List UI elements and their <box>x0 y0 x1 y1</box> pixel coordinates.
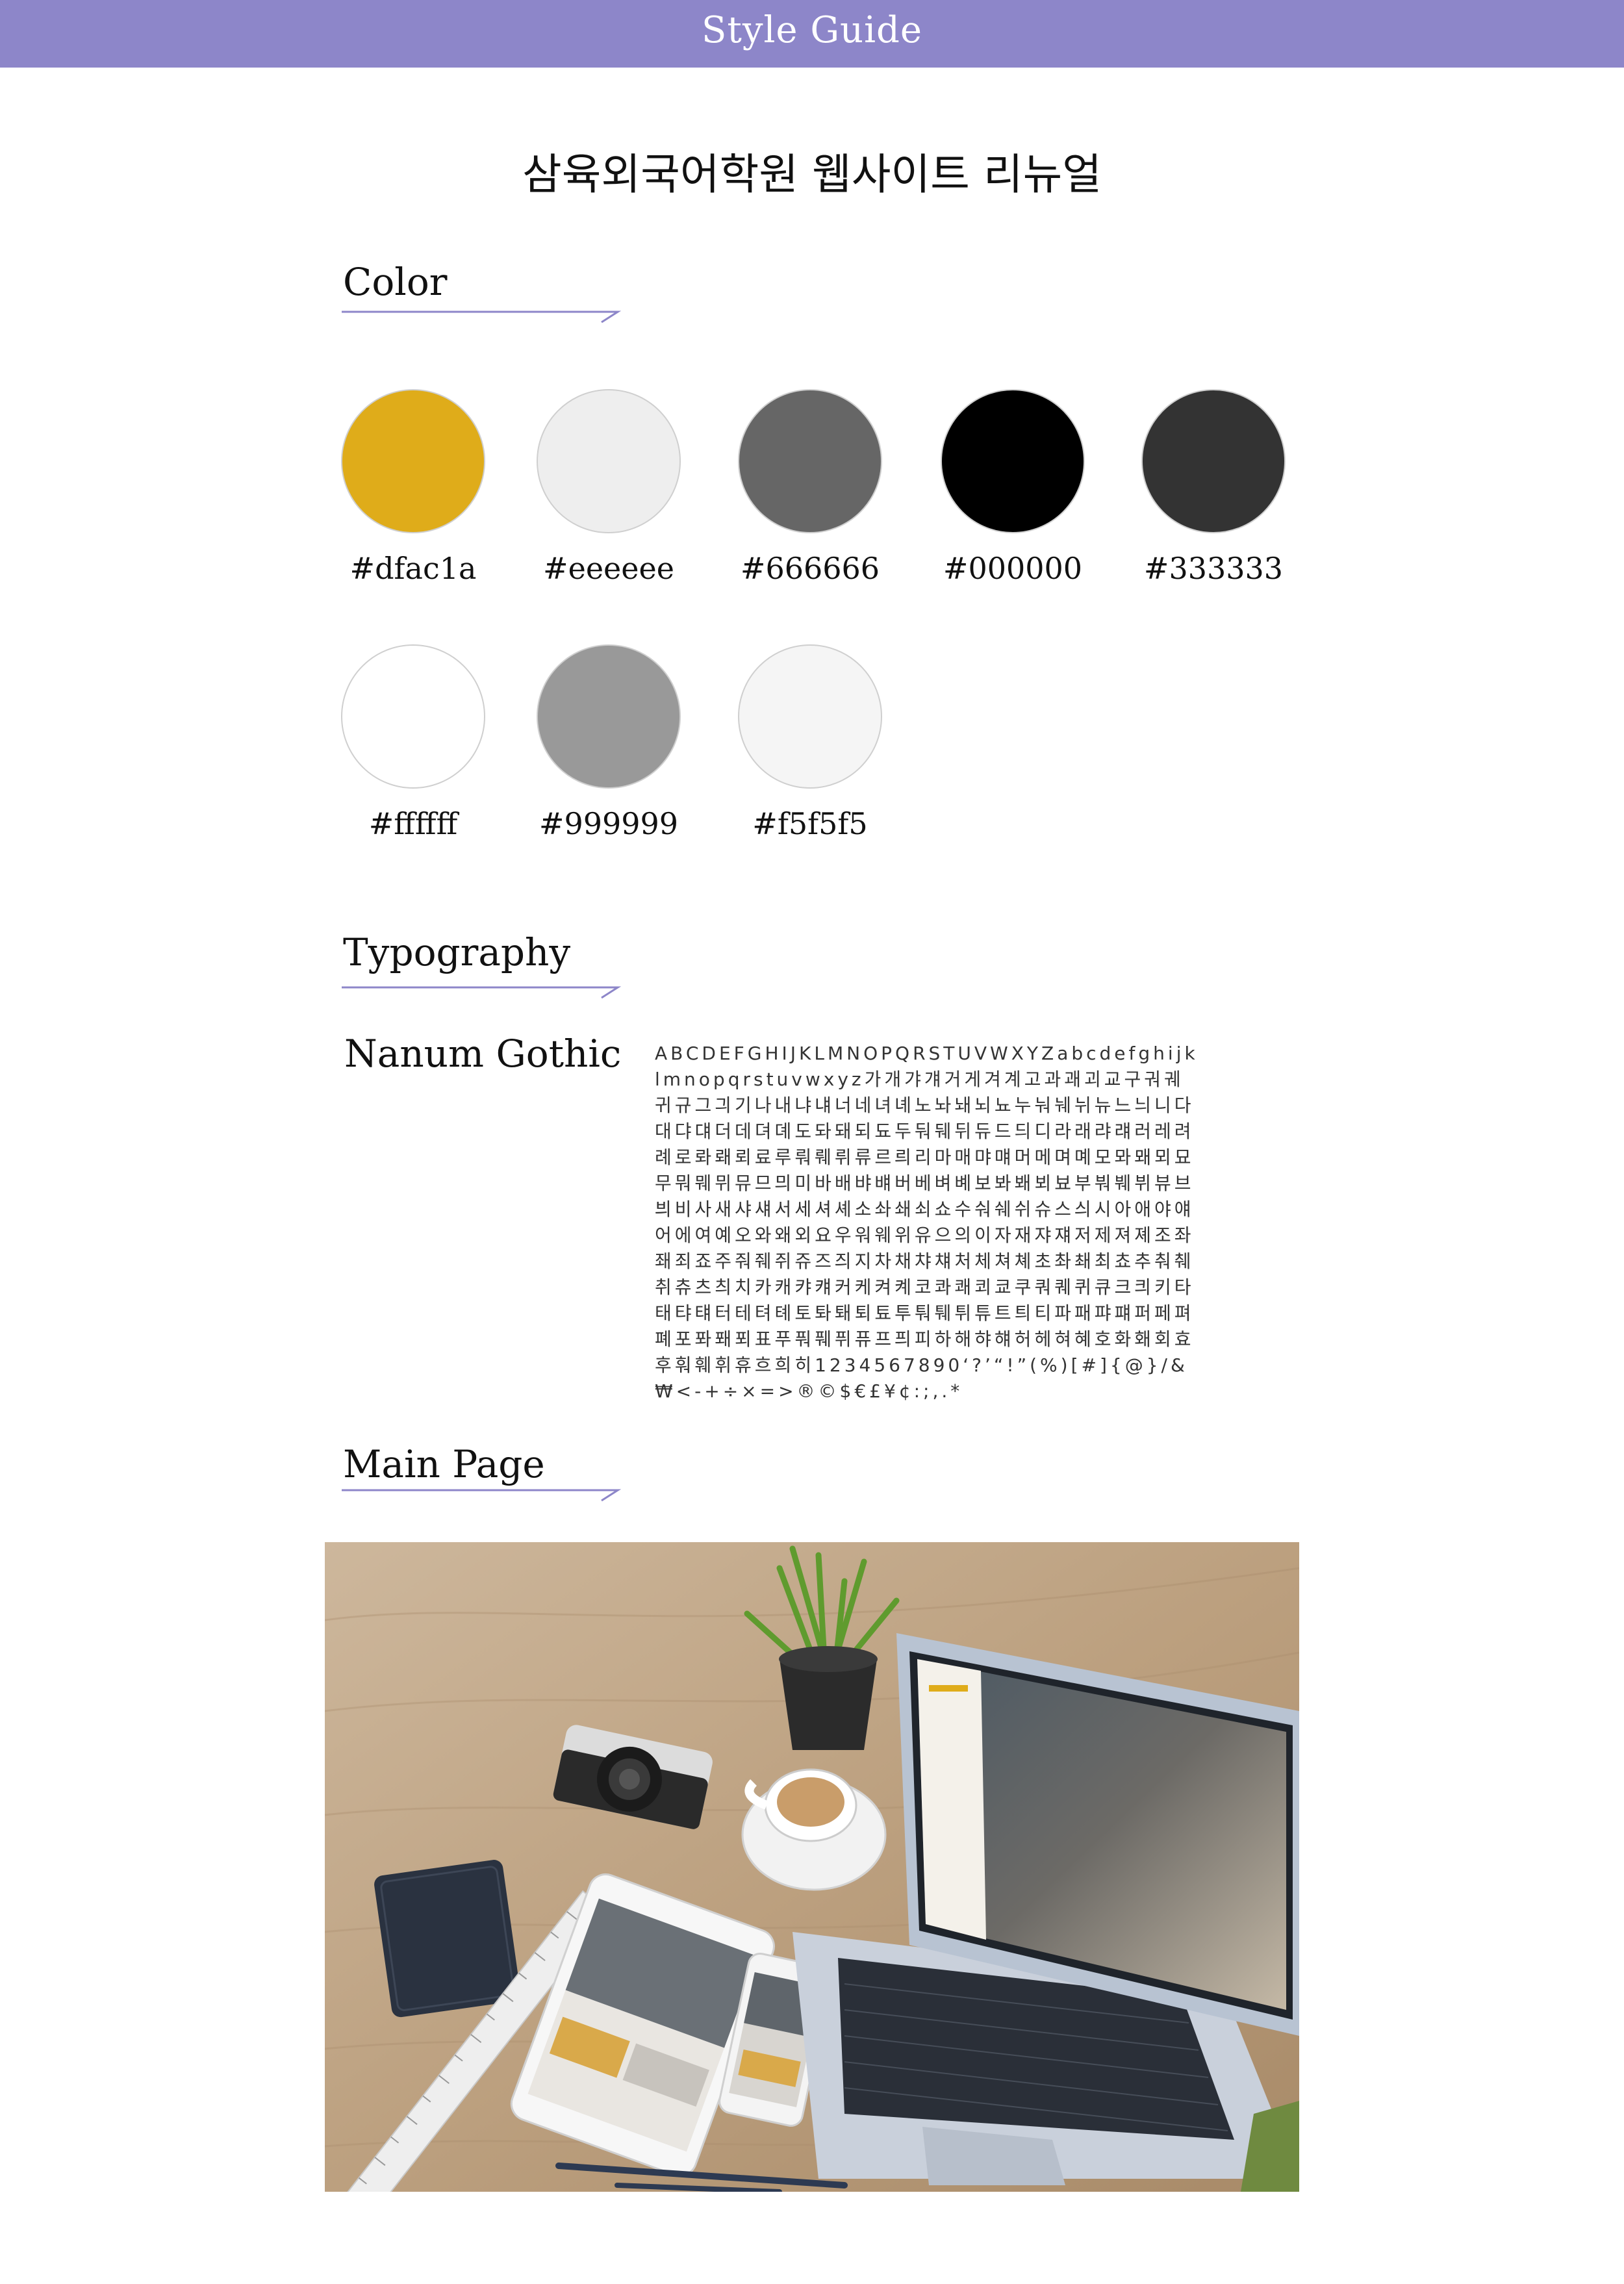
project-title: 삼육외국어학원 웹사이트 리뉴얼 <box>522 149 1102 199</box>
color-swatch-2 <box>537 389 681 533</box>
color-label-5: #333333 <box>1143 551 1284 586</box>
color-swatch-6 <box>341 644 485 789</box>
heading-underline-main-page <box>342 1489 621 1502</box>
style-guide-page: Style Guide 삼육외국어학원 웹사이트 리뉴얼 Color #dfac… <box>0 0 1624 2284</box>
color-label-2: #eeeeee <box>543 551 674 586</box>
glyph-sample: ABCDEFGHIJKLMNOPQRSTUVWXYZabcdefghijklmn… <box>655 1043 1199 1402</box>
color-swatch-1 <box>341 389 485 533</box>
color-swatch-4 <box>941 389 1085 533</box>
color-label-4: #000000 <box>943 551 1083 586</box>
section-heading-main-page: Main Page <box>343 1442 545 1486</box>
color-label-6: #ffffff <box>368 806 458 841</box>
main-page-mockup-image <box>325 1542 1299 2192</box>
color-label-8: #f5f5f5 <box>752 806 868 841</box>
heading-underline-color <box>342 311 621 324</box>
color-swatch-7 <box>537 644 681 789</box>
font-name: Nanum Gothic <box>344 1032 622 1076</box>
color-label-7: #999999 <box>539 806 679 841</box>
color-swatch-5 <box>1141 389 1286 533</box>
color-swatch-3 <box>738 389 882 533</box>
color-label-1: #dfac1a <box>349 551 477 586</box>
section-heading-typography: Typography <box>343 930 571 974</box>
color-label-3: #666666 <box>740 551 880 586</box>
color-swatch-8 <box>738 644 882 789</box>
header-title: Style Guide <box>701 9 923 51</box>
header-bar: Style Guide <box>0 0 1624 68</box>
heading-underline-typography <box>342 986 621 999</box>
section-heading-color: Color <box>343 260 448 304</box>
desk-scene-illustration <box>325 1542 1299 2192</box>
